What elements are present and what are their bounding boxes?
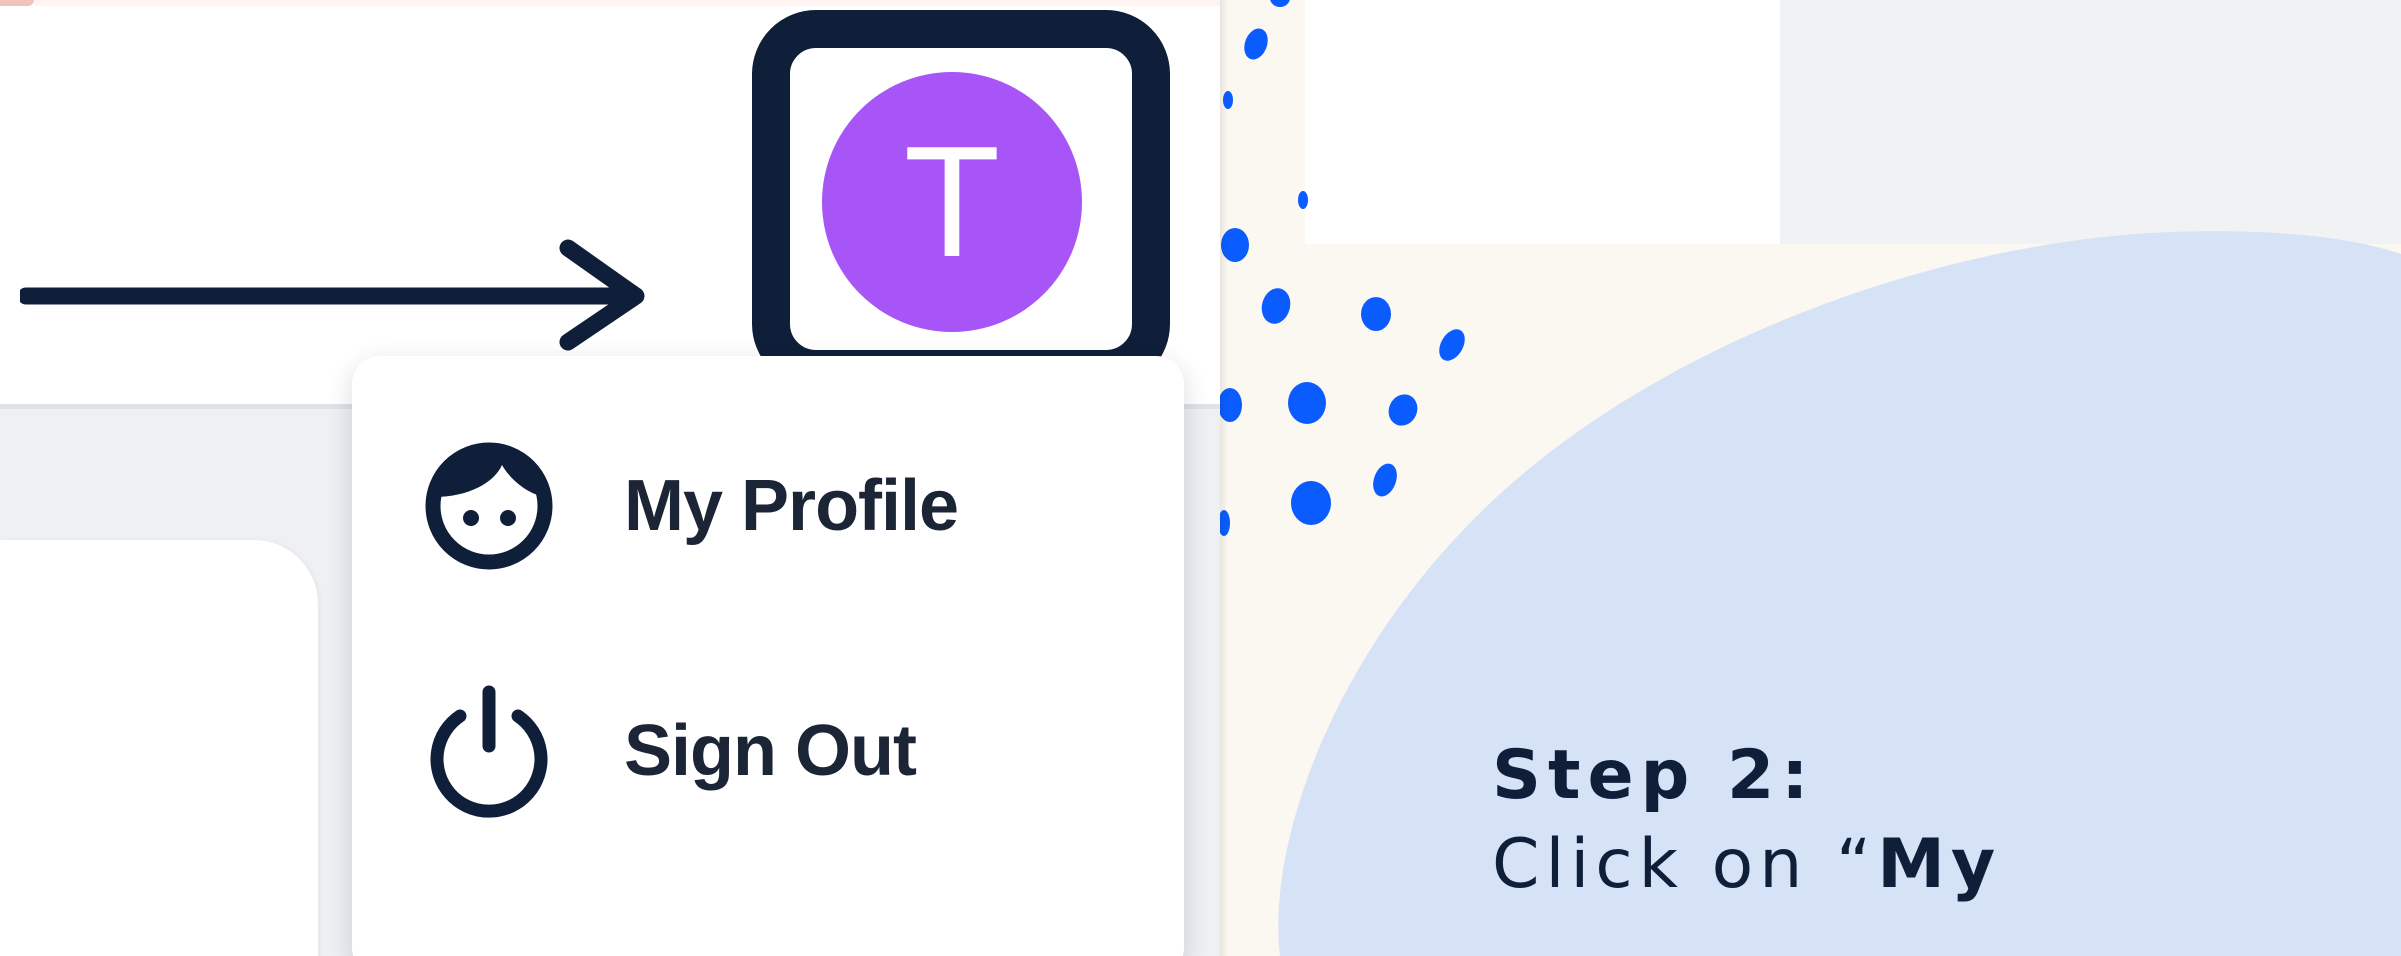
decorative-dot-pattern [1218,0,1465,536]
step-body-text: Click on “ [1492,824,1878,904]
my-profile-menu-item[interactable]: My Profile [422,431,1122,581]
step-body: Click on “My [1492,817,2052,912]
avatar-initial: T [903,114,1001,290]
sign-out-label: Sign Out [624,711,917,791]
my-profile-label: My Profile [624,466,959,546]
user-avatar-button[interactable]: T [822,72,1082,332]
panel-shadow [1220,0,1228,956]
app-screenshot-panel: T My Profile Sign Out [0,0,1220,956]
power-icon [422,684,556,818]
decorative-gray-panel [1780,0,2401,244]
content-card [0,540,318,956]
sign-out-menu-item[interactable]: Sign Out [422,676,1122,826]
step-label: Step 2: [1492,736,1816,815]
header-edge-accent [0,0,34,6]
header-top-strip [34,0,1220,6]
user-face-icon [422,439,556,573]
step-instruction: Step 2: Click on “My [1492,735,2052,912]
step-body-emphasis: My [1877,824,2002,904]
user-dropdown-menu: My Profile Sign Out [352,356,1184,956]
pointer-arrow-icon [20,239,645,351]
